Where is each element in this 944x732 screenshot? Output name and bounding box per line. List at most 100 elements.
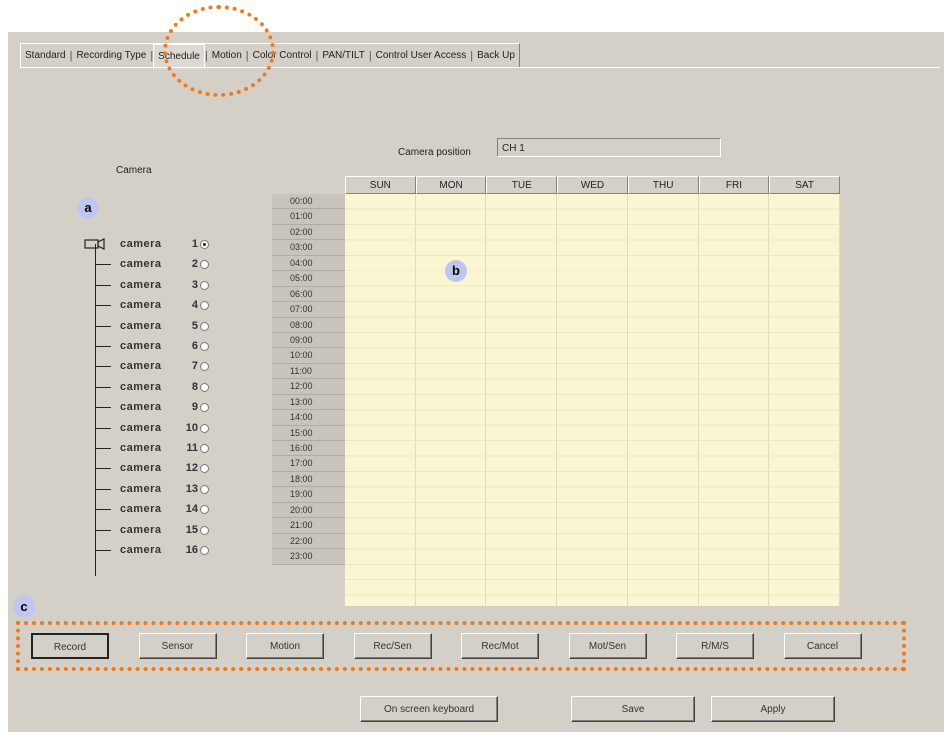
on-screen-keyboard-button[interactable]: On screen keyboard (360, 696, 498, 722)
camera-name: camera (120, 319, 162, 332)
day-header-thu[interactable]: THU (627, 176, 699, 194)
tree-branch (95, 325, 111, 327)
camera-row[interactable]: camera 7 (80, 358, 230, 376)
time-label[interactable]: 17:00 (272, 456, 345, 472)
time-label[interactable]: 23:00 (272, 549, 345, 565)
camera-number: 15 (185, 523, 198, 536)
camera-radio[interactable] (200, 362, 209, 372)
time-label[interactable]: 04:00 (272, 256, 345, 272)
camera-radio[interactable] (200, 403, 209, 413)
schedule-tab-highlight (163, 5, 275, 97)
tab-standard[interactable]: Standard (21, 45, 70, 67)
tab-control-user-access[interactable]: Control User Access (372, 45, 471, 67)
time-label[interactable]: 18:00 (272, 472, 345, 488)
camera-radio[interactable] (200, 382, 209, 392)
tab-back-up[interactable]: Back Up (473, 45, 519, 67)
camera-name: camera (120, 380, 162, 393)
day-header-sun[interactable]: SUN (345, 176, 416, 194)
save-button[interactable]: Save (571, 696, 695, 722)
camera-radio[interactable] (200, 505, 209, 515)
time-label[interactable]: 20:00 (272, 503, 345, 519)
tree-branch (95, 427, 111, 429)
camera-row[interactable]: camera 1 (80, 236, 230, 254)
camera-name: camera (120, 462, 162, 475)
camera-name: camera (120, 340, 162, 352)
time-label[interactable]: 19:00 (272, 487, 345, 503)
camera-row[interactable]: camera 15 (80, 522, 230, 540)
camera-radio[interactable] (200, 301, 209, 311)
camera-row[interactable]: camera 10 (80, 420, 230, 438)
time-label[interactable]: 14:00 (272, 410, 345, 426)
time-label[interactable]: 08:00 (272, 318, 345, 333)
time-label[interactable]: 07:00 (272, 302, 345, 318)
time-label[interactable]: 16:00 (272, 441, 345, 457)
day-header-fri[interactable]: FRI (698, 176, 770, 194)
camera-number: 12 (185, 462, 198, 475)
time-label[interactable]: 22:00 (272, 534, 345, 550)
tree-branch (95, 407, 111, 409)
camera-radio[interactable] (200, 240, 209, 249)
tree-branch (95, 448, 111, 449)
day-header-sat[interactable]: SAT (769, 176, 840, 194)
camera-number: 2 (191, 258, 198, 271)
tree-branch (95, 386, 111, 388)
camera-radio[interactable] (200, 464, 209, 474)
camera-radio[interactable] (200, 260, 209, 270)
time-label[interactable]: 01:00 (272, 209, 345, 225)
camera-row[interactable]: camera 8 (80, 379, 230, 397)
tab-pan-tilt[interactable]: PAN/TILT (318, 45, 368, 67)
camera-name: camera (120, 258, 162, 271)
time-label[interactable]: 11:00 (272, 364, 345, 380)
tab-recording-type[interactable]: Recording Type (72, 45, 150, 67)
camera-radio[interactable] (200, 423, 209, 433)
mode-button-cancel[interactable]: Cancel (783, 633, 862, 659)
time-label[interactable]: 00:00 (272, 194, 345, 210)
camera-row[interactable]: camera 13 (80, 481, 230, 499)
marker-b: b (445, 260, 467, 282)
time-label[interactable]: 10:00 (272, 348, 345, 364)
camera-radio[interactable] (200, 280, 209, 290)
mode-button-motion[interactable]: Motion (246, 633, 324, 659)
time-label[interactable]: 05:00 (272, 271, 345, 287)
camera-radio[interactable] (200, 444, 209, 453)
mode-button-mot-sen[interactable]: Mot/Sen (568, 633, 647, 659)
day-header-mon[interactable]: MON (415, 176, 487, 194)
camera-radio[interactable] (200, 321, 209, 331)
time-label[interactable]: 12:00 (272, 379, 345, 395)
mode-button-rec-mot[interactable]: Rec/Mot (461, 633, 539, 659)
time-label[interactable]: 09:00 (272, 333, 345, 349)
camera-row[interactable]: camera 14 (80, 501, 230, 519)
mode-button-sensor[interactable]: Sensor (138, 633, 217, 659)
camera-number: 8 (191, 380, 198, 393)
camera-row[interactable]: camera 12 (80, 460, 230, 478)
camera-radio[interactable] (200, 484, 209, 494)
camera-row[interactable]: camera 16 (80, 542, 230, 560)
mode-button-r-m-s[interactable]: R/M/S (676, 633, 754, 659)
tree-branch (95, 550, 111, 551)
time-label[interactable]: 03:00 (272, 240, 345, 256)
tree-branch (95, 264, 111, 266)
camera-row[interactable]: camera 5 (80, 318, 230, 336)
apply-button[interactable]: Apply (711, 696, 835, 722)
camera-row[interactable]: camera 3 (80, 277, 230, 295)
mode-button-record[interactable]: Record (31, 633, 109, 659)
marker-a: a (77, 197, 99, 219)
time-label[interactable]: 15:00 (272, 426, 345, 441)
mode-button-rec-sen[interactable]: Rec/Sen (353, 633, 432, 659)
camera-radio[interactable] (200, 546, 209, 555)
time-label[interactable]: 21:00 (272, 518, 345, 534)
camera-row[interactable]: camera 6 (80, 338, 230, 356)
camera-row[interactable]: camera 4 (80, 297, 230, 315)
camera-row[interactable]: camera 11 (80, 440, 230, 458)
camera-name: camera (120, 442, 162, 454)
camera-row[interactable]: camera 2 (80, 256, 230, 274)
time-label[interactable]: 02:00 (272, 225, 345, 241)
schedule-grid[interactable]: 00:00 01:00 02:00 03:00 04:00 05:00 06:00 07:00… (272, 176, 840, 614)
camera-radio[interactable] (200, 342, 209, 351)
camera-row[interactable]: camera 9 (80, 399, 230, 417)
camera-radio[interactable] (200, 525, 209, 535)
day-header-tue[interactable]: TUE (486, 176, 558, 194)
day-header-wed[interactable]: WED (557, 176, 628, 194)
time-label[interactable]: 13:00 (272, 395, 345, 411)
time-label[interactable]: 06:00 (272, 287, 345, 303)
